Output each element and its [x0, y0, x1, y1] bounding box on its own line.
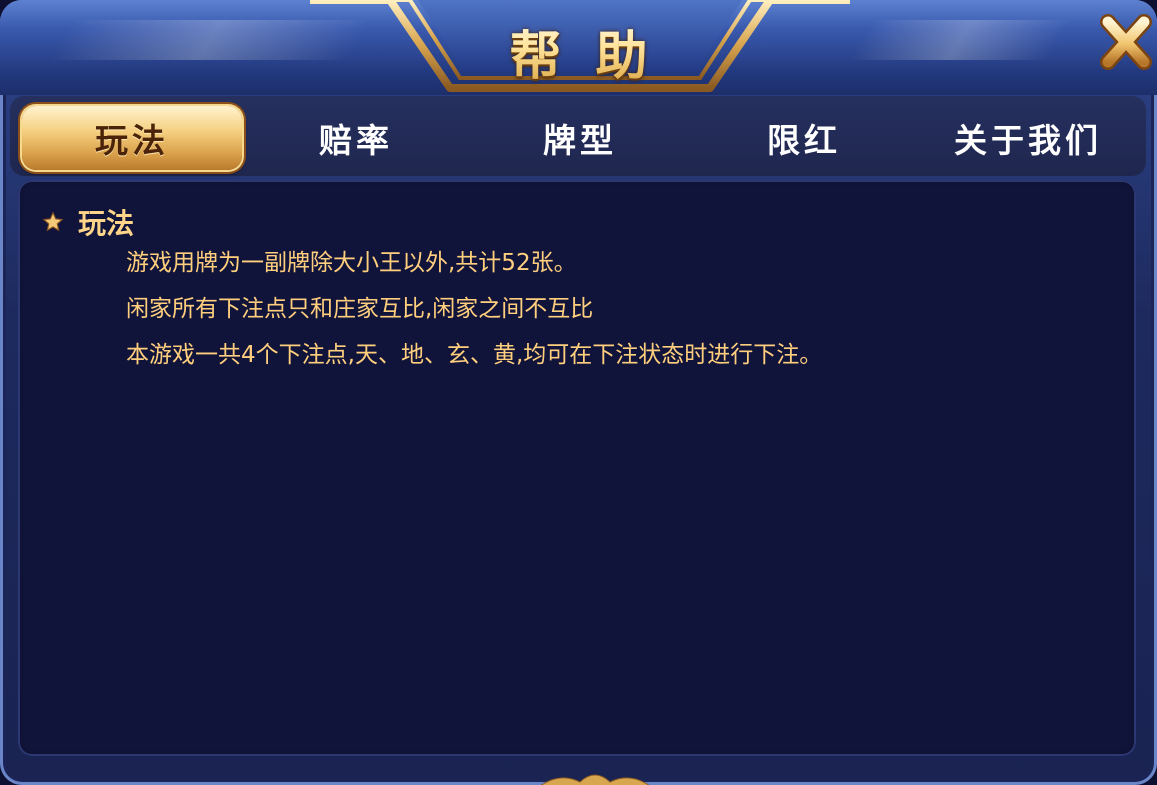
rule-line: 游戏用牌为一副牌除大小王以外,共计52张。 [126, 250, 577, 276]
help-dialog: 帮助 玩法 赔率 牌型 限红 关于我们 玩法 游戏用牌为一副牌除大小王以外,共计… [0, 0, 1157, 785]
close-icon[interactable] [1098, 12, 1154, 72]
section-title: 玩法 [78, 207, 135, 240]
star-icon [42, 211, 64, 232]
tab-gameplay[interactable]: 玩法 [22, 106, 242, 170]
rule-line: 本游戏一共4个下注点,天、地、玄、黄,均可在下注状态时进行下注。 [126, 342, 823, 368]
tab-bet-limits[interactable]: 限红 [694, 106, 914, 170]
rules-text: 游戏用牌为一副牌除大小王以外,共计52张。 闲家所有下注点只和庄家互比,闲家之间… [126, 240, 822, 378]
dialog-title: 帮助 [0, 14, 1157, 89]
tab-about-us[interactable]: 关于我们 [918, 106, 1138, 170]
help-content-panel: 玩法 游戏用牌为一副牌除大小王以外,共计52张。 闲家所有下注点只和庄家互比,闲… [18, 180, 1136, 756]
tab-card-types[interactable]: 牌型 [470, 106, 690, 170]
tab-bar: 玩法 赔率 牌型 限红 关于我们 [10, 96, 1146, 176]
rule-line: 闲家所有下注点只和庄家互比,闲家之间不互比 [126, 296, 594, 322]
tab-odds[interactable]: 赔率 [246, 106, 466, 170]
bottom-ornament [540, 774, 650, 785]
section-header: 玩法 [42, 202, 134, 242]
